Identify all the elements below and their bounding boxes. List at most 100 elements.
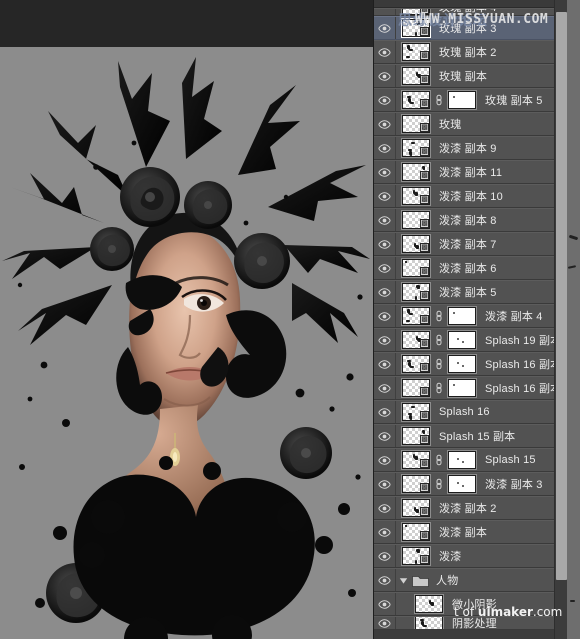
layer-thumbnail[interactable]: ▩ [401,450,431,470]
layer-thumbnail[interactable]: ▩ [401,306,431,326]
layer-thumbnail[interactable]: ▩ [401,330,431,350]
layer-visibility-toggle[interactable] [374,449,396,471]
layer-row[interactable]: ▩ 泼漆 副本 4 [374,304,567,328]
layer-row[interactable]: ▩ 玫瑰 副本 3 [374,16,567,40]
layer-visibility-toggle[interactable] [374,545,396,567]
link-icon[interactable] [434,93,444,107]
layer-visibility-toggle[interactable] [374,593,396,615]
layer-visibility-toggle[interactable] [374,425,396,447]
layer-thumbnail[interactable]: ▩ [401,546,431,566]
layer-row[interactable]: ▩ 泼漆 副本 3 [374,472,567,496]
layer-mask-thumbnail[interactable] [447,474,477,494]
layer-thumbnail[interactable]: ▩ [401,186,431,206]
layer-thumbnail[interactable]: ▩ [401,402,431,422]
layer-thumbnail[interactable]: ▩ [401,9,431,15]
layer-row[interactable]: ▩ Splash 15 [374,448,567,472]
link-icon[interactable] [434,453,444,467]
layer-visibility-toggle[interactable] [374,41,396,63]
layer-row[interactable]: ▩ 泼漆 副本 6 [374,256,567,280]
layer-thumbnail[interactable]: ▩ [401,234,431,254]
layer-thumbnail[interactable]: ▩ [401,90,431,110]
layer-visibility-toggle[interactable] [374,617,396,629]
layers-scrollbar-track[interactable] [554,0,567,639]
layer-row[interactable]: ▩ 泼漆 副本 7 [374,232,567,256]
layer-thumbnail[interactable]: ▩ [401,282,431,302]
chevron-down-icon[interactable] [398,576,409,585]
layer-visibility-toggle[interactable] [374,569,396,591]
layer-thumbnail[interactable]: ▩ [401,498,431,518]
layer-row[interactable]: ▩ 玫瑰 副本 4 [374,8,567,16]
layer-visibility-toggle[interactable] [374,161,396,183]
layer-row[interactable]: ▩ 玫瑰 [374,112,567,136]
layer-thumbnail[interactable]: ▩ [401,354,431,374]
layer-visibility-toggle[interactable] [374,521,396,543]
layer-row[interactable]: ▩ 泼漆 副本 5 [374,280,567,304]
link-icon[interactable] [434,333,444,347]
layer-visibility-toggle[interactable] [374,137,396,159]
layers-scrollbar-thumb[interactable] [556,12,567,580]
layer-thumbnail[interactable]: ▩ [401,522,431,542]
layers-panel[interactable]: ▩ 玫瑰 副本 4 ▩ 玫瑰 副本 3 ▩ 玫瑰 副本 2 ▩ 玫瑰 副本 ▩ 玫瑰 副本 5 ▩ 玫… [373,0,580,639]
layer-thumbnail[interactable]: ▩ [401,210,431,230]
layer-visibility-toggle[interactable] [374,209,396,231]
layer-thumbnail[interactable]: ▩ [401,114,431,134]
layer-visibility-toggle[interactable] [374,185,396,207]
layer-thumbnail[interactable]: ▩ [401,378,431,398]
layer-row[interactable]: ▩ 泼漆 副本 2 [374,496,567,520]
layer-mask-thumbnail[interactable] [447,378,477,398]
layer-mask-thumbnail[interactable] [447,354,477,374]
layer-row[interactable]: ▩ 泼漆 副本 9 [374,136,567,160]
layer-thumbnail[interactable] [414,617,444,629]
layer-row[interactable]: 微小阴影 [374,592,567,616]
layer-row[interactable]: ▩ Splash 15 副本 [374,424,567,448]
layer-visibility-toggle[interactable] [374,113,396,135]
artboard[interactable] [0,47,373,639]
layer-thumbnail[interactable]: ▩ [401,426,431,446]
layer-visibility-toggle[interactable] [374,377,396,399]
layer-thumbnail[interactable]: ▩ [401,162,431,182]
layer-row[interactable]: ▩ Splash 16 副本 2 [374,352,567,376]
layer-thumbnail[interactable]: ▩ [401,474,431,494]
layer-mask-thumbnail[interactable] [447,306,477,326]
link-icon[interactable] [434,357,444,371]
layer-thumbnail[interactable]: ▩ [401,18,431,38]
layer-row[interactable]: ▩ 泼漆 副本 [374,520,567,544]
layer-visibility-toggle[interactable] [374,9,396,15]
document-canvas-area[interactable] [0,0,373,639]
layer-visibility-toggle[interactable] [374,353,396,375]
layer-thumbnail[interactable]: ▩ [401,258,431,278]
layer-row[interactable]: ▩ 玫瑰 副本 5 [374,88,567,112]
layer-row[interactable]: ▩ Splash 16 副本 [374,376,567,400]
layer-visibility-toggle[interactable] [374,281,396,303]
link-icon[interactable] [434,381,444,395]
layer-row[interactable]: ▩ 泼漆 副本 10 [374,184,567,208]
layer-row[interactable]: ▩ 泼漆 副本 11 [374,160,567,184]
layer-row[interactable]: ▩ 泼漆 [374,544,567,568]
layer-visibility-toggle[interactable] [374,329,396,351]
layer-row[interactable]: ▩ Splash 16 [374,400,567,424]
layer-thumbnail[interactable]: ▩ [401,66,431,86]
layer-row[interactable]: ▩ 玫瑰 副本 2 [374,40,567,64]
layer-group-row[interactable]: 人物 [374,568,567,592]
layer-visibility-toggle[interactable] [374,401,396,423]
layer-visibility-toggle[interactable] [374,257,396,279]
layer-mask-thumbnail[interactable] [447,90,477,110]
layer-thumbnail[interactable]: ▩ [401,42,431,62]
layer-mask-thumbnail[interactable] [447,450,477,470]
layer-thumbnail[interactable] [414,594,444,614]
layer-visibility-toggle[interactable] [374,17,396,39]
layer-visibility-toggle[interactable] [374,473,396,495]
layer-mask-thumbnail[interactable] [447,330,477,350]
layer-visibility-toggle[interactable] [374,89,396,111]
layer-row[interactable]: ▩ 泼漆 副本 8 [374,208,567,232]
layer-visibility-toggle[interactable] [374,233,396,255]
link-icon[interactable] [434,309,444,323]
layer-list[interactable]: ▩ 玫瑰 副本 4 ▩ 玫瑰 副本 3 ▩ 玫瑰 副本 2 ▩ 玫瑰 副本 ▩ 玫瑰 副本 5 ▩ 玫… [374,8,567,639]
layer-row[interactable]: 阴影处理 [374,616,567,630]
layer-thumbnail[interactable]: ▩ [401,138,431,158]
link-icon[interactable] [434,477,444,491]
layer-visibility-toggle[interactable] [374,497,396,519]
layer-visibility-toggle[interactable] [374,305,396,327]
layer-row[interactable]: ▩ 玫瑰 副本 [374,64,567,88]
layer-row[interactable]: ▩ Splash 19 副本 [374,328,567,352]
